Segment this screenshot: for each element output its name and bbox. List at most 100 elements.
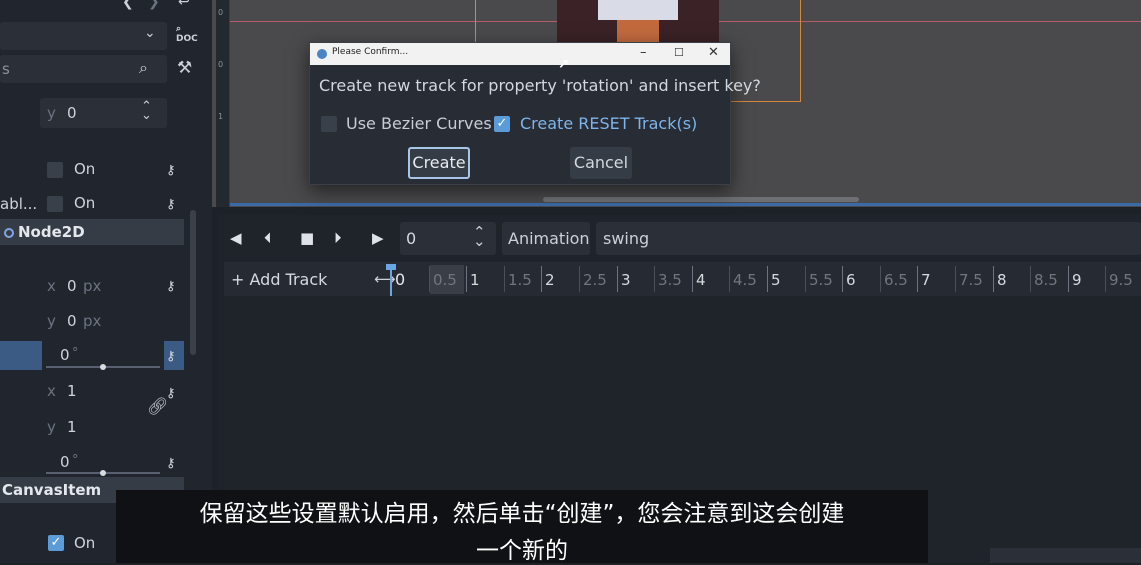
slider-grabber[interactable] bbox=[100, 364, 106, 370]
toggle-label: On bbox=[74, 194, 96, 212]
minimize-icon[interactable]: – bbox=[640, 45, 647, 60]
dialog-titlebar[interactable]: Please Confirm... – ☐ ✕ bbox=[310, 43, 730, 65]
frame-position-value: 0 bbox=[406, 229, 417, 248]
create-button[interactable]: Create bbox=[408, 147, 470, 179]
timeline-label: 0.5 bbox=[433, 271, 457, 289]
section-title: Node2D bbox=[18, 223, 85, 241]
timeline-label: 9 bbox=[1072, 271, 1082, 289]
timeline-tick bbox=[617, 266, 618, 292]
section-node2d[interactable]: Node2D bbox=[0, 219, 184, 245]
cancel-button[interactable]: Cancel bbox=[570, 147, 632, 179]
sprite-part bbox=[598, 0, 678, 20]
inspector-scrollbar[interactable] bbox=[190, 210, 196, 355]
timeline-label: 5 bbox=[771, 271, 781, 289]
timeline-label: 3 bbox=[621, 271, 631, 289]
dialog-message: Create new track for property 'rotation'… bbox=[319, 76, 761, 95]
field-value: 0 bbox=[67, 104, 77, 122]
play-backwards-icon[interactable]: ◀ bbox=[230, 229, 242, 247]
section-title: CanvasItem bbox=[2, 481, 102, 499]
status-field bbox=[990, 548, 1141, 563]
timeline-tick bbox=[880, 266, 881, 292]
timeline-tick bbox=[993, 266, 994, 292]
visible-checkbox-checked[interactable] bbox=[48, 535, 64, 551]
open-docs-icon[interactable]: ⌕ DOC bbox=[176, 24, 198, 44]
key-icon[interactable]: ⚷ bbox=[166, 279, 176, 294]
timeline-label: 9.5 bbox=[1109, 271, 1133, 289]
add-track-button[interactable]: + Add Track bbox=[231, 270, 327, 289]
key-icon[interactable]: ⚷ bbox=[166, 349, 176, 364]
timeline-tick bbox=[805, 266, 806, 292]
search-icon: ⌕ bbox=[139, 58, 148, 77]
unit-label: px bbox=[83, 277, 102, 295]
use-bezier-checkbox[interactable] bbox=[321, 116, 337, 132]
create-reset-checkbox[interactable] bbox=[494, 116, 510, 132]
animation-select[interactable] bbox=[596, 222, 1141, 255]
timeline-label: 4 bbox=[696, 271, 706, 289]
timeline-tick bbox=[729, 266, 730, 292]
history-back-icon[interactable]: ❮ bbox=[122, 0, 134, 10]
slider-grabber[interactable] bbox=[100, 470, 106, 476]
property-filter-input[interactable]: s ⌕ bbox=[0, 55, 167, 83]
visible-checkbox[interactable] bbox=[47, 162, 63, 178]
confirm-dialog: Please Confirm... – ☐ ✕ Create new track… bbox=[309, 42, 761, 185]
object-history-icon[interactable]: ↩ bbox=[178, 0, 190, 10]
history-forward-icon[interactable]: ❯ bbox=[148, 0, 160, 10]
key-icon[interactable]: ⚷ bbox=[166, 197, 176, 212]
play-from-start-icon[interactable]: ⏵ bbox=[334, 229, 342, 247]
timeline-label: 2 bbox=[545, 271, 555, 289]
maximize-icon[interactable]: ☐ bbox=[674, 46, 684, 59]
app-icon bbox=[317, 49, 327, 59]
create-reset-label[interactable]: Create RESET Track(s) bbox=[520, 114, 697, 133]
unit-label: ° bbox=[72, 346, 79, 361]
ruler-number: 0 bbox=[218, 60, 224, 69]
close-icon[interactable]: ✕ bbox=[708, 45, 719, 60]
play-icon[interactable]: ▶ bbox=[372, 229, 384, 247]
rotation-value: 0 bbox=[60, 346, 70, 364]
timeline-tick bbox=[1068, 266, 1069, 292]
timeline-tick bbox=[917, 266, 918, 292]
link-icon[interactable]: 🔗︎ bbox=[147, 397, 169, 417]
filter-text: s bbox=[2, 60, 10, 78]
node2d-icon bbox=[4, 227, 14, 238]
resource-dropdown[interactable]: ⌄ bbox=[0, 22, 167, 50]
subtitle-line-2: 一个新的 bbox=[476, 538, 568, 564]
spinner-icon[interactable]: ⌃ ⌄ bbox=[141, 100, 152, 122]
timeline-tick bbox=[466, 266, 467, 292]
field-value: 0 bbox=[67, 312, 77, 330]
key-icon[interactable]: ⚷ bbox=[166, 163, 176, 178]
timeline-label: 7 bbox=[921, 271, 931, 289]
viewport-hscrollbar[interactable] bbox=[543, 197, 859, 202]
dialog-title: Please Confirm... bbox=[332, 47, 409, 57]
axis-label: y bbox=[47, 418, 56, 436]
filter-settings-icon[interactable]: ⚒ bbox=[177, 58, 192, 78]
axis-label: x bbox=[47, 277, 56, 295]
timeline-tick bbox=[1105, 266, 1106, 292]
enable-checkbox[interactable] bbox=[47, 196, 63, 212]
field-value: 1 bbox=[67, 418, 77, 436]
timeline-tick bbox=[504, 266, 505, 292]
key-icon[interactable]: ⚷ bbox=[166, 456, 176, 471]
mouse-cursor-icon: ➚ bbox=[558, 56, 570, 72]
axis-label: y bbox=[47, 104, 56, 122]
timeline-label: 1 bbox=[470, 271, 480, 289]
timeline-tick bbox=[955, 266, 956, 292]
play-backwards-from-end-icon[interactable]: ⏴ bbox=[264, 229, 272, 247]
use-bezier-label[interactable]: Use Bezier Curves bbox=[346, 114, 492, 133]
timeline-label: 7.5 bbox=[959, 271, 983, 289]
stop-icon[interactable]: ■ bbox=[300, 229, 314, 247]
inspector-panel: ❮ ❯ ↩ ⌄ ⌕ DOC s ⌕ ⚒ y 0 ⌃ ⌄ On ⚷ abl... On… bbox=[0, 0, 212, 563]
subtitle-line-1: 保留这些设置默认启用，然后单击“创建”，您会注意到这会创建 bbox=[199, 501, 845, 527]
timeline-tick bbox=[767, 266, 768, 292]
timeline-label: 8.5 bbox=[1034, 271, 1058, 289]
timeline-label: 4.5 bbox=[733, 271, 757, 289]
vertical-ruler: 0 0 1 bbox=[216, 0, 230, 207]
unit-label: px bbox=[83, 312, 102, 330]
timeline-zoom-icon[interactable]: ⟷ bbox=[374, 270, 396, 288]
timeline-label: 8 bbox=[997, 271, 1007, 289]
playhead[interactable] bbox=[390, 264, 392, 296]
timeline-label: 6 bbox=[846, 271, 856, 289]
animation-name: swing bbox=[603, 229, 650, 248]
field-value: 0 bbox=[67, 277, 77, 295]
spinner-icon[interactable]: ⌃ ⌄ bbox=[473, 225, 486, 249]
sprite-part bbox=[617, 20, 659, 42]
